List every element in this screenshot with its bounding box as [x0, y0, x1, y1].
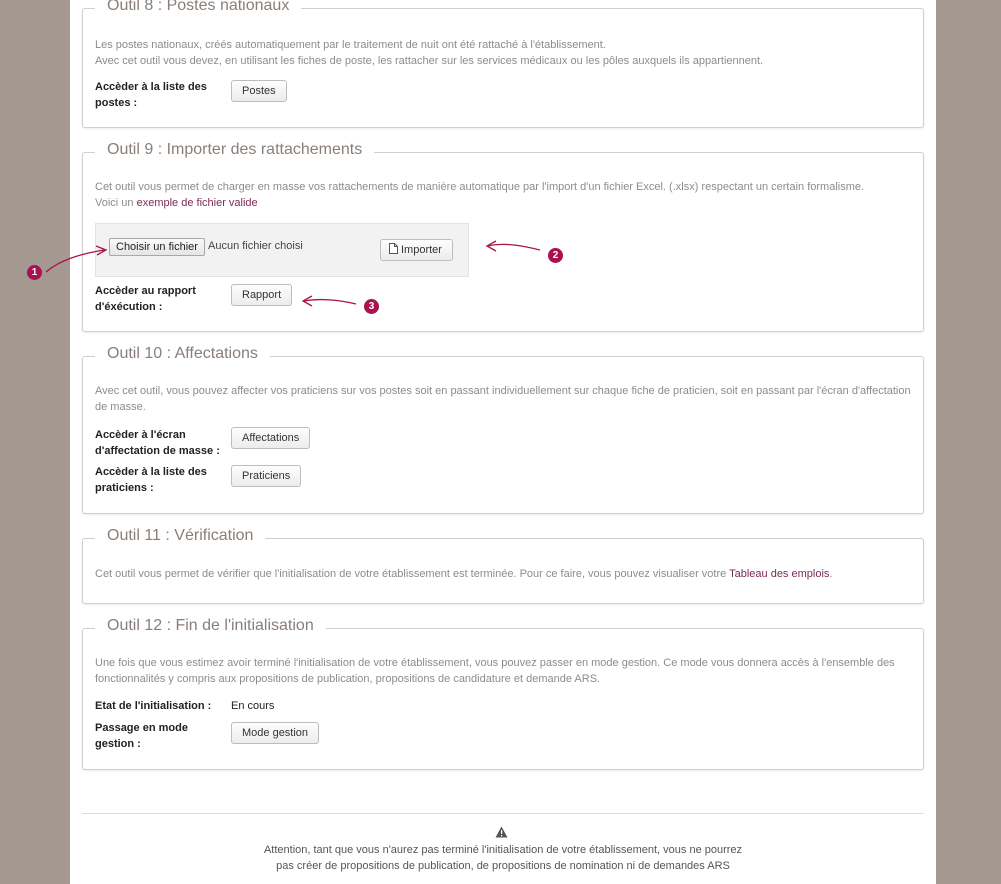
tool11-desc-suffix: . — [829, 568, 833, 580]
footer-warning-line2: pas créer de propositions de publication… — [276, 860, 730, 872]
tool12-description: Une fois que vous estimez avoir terminé … — [95, 657, 895, 685]
tool10-title: Outil 10 : Affectations — [95, 345, 270, 363]
main-content: Outil 8 : Postes nationaux Les postes na… — [70, 0, 936, 884]
annotation-arrow-1 — [45, 245, 108, 273]
tool8-desc-line2: Avec cet outil vous devez, en utilisant … — [95, 55, 764, 67]
postes-button[interactable]: Postes — [231, 80, 287, 102]
tool12-panel: Outil 12 : Fin de l'initialisation Une f… — [82, 617, 924, 770]
import-button[interactable]: Importer — [380, 239, 453, 261]
rapport-button[interactable]: Rapport — [231, 284, 293, 306]
tool9-title: Outil 9 : Importer des rattachements — [95, 141, 375, 159]
tool9-desc-prefix: Voici un — [95, 197, 134, 209]
init-status-label: Etat de l'initialisation : — [95, 700, 212, 712]
tool8-description: Les postes nationaux, créés automatiquem… — [95, 37, 911, 69]
footer-warning-line1: Attention, tant que vous n'aurez pas ter… — [263, 844, 743, 856]
annotation-arrow-3 — [301, 295, 357, 307]
tableau-emplois-link[interactable]: Tableau des emplois — [729, 568, 829, 580]
tool11-panel: Outil 11 : Vérification Cet outil vous p… — [82, 527, 924, 604]
tool10-panel: Outil 10 : Affectations Avec cet outil, … — [82, 345, 924, 514]
warning-icon — [495, 826, 508, 838]
tool9-desc-line2: Voici un exemple de fichier valide — [95, 195, 911, 211]
choose-file-button[interactable]: Choisir un fichier — [109, 238, 205, 256]
annotation-arrow-2 — [485, 240, 541, 252]
footer-divider — [82, 813, 924, 814]
tool8-desc-line1: Les postes nationaux, créés automatiquem… — [95, 39, 606, 51]
tool11-title: Outil 11 : Vérification — [95, 527, 266, 545]
file-status: Aucun fichier choisi — [208, 240, 303, 252]
tool10-description: Avec cet outil, vous pouvez affecter vos… — [95, 385, 911, 413]
affectations-label: Accèder à l'écran d'affectation de masse… — [95, 429, 220, 457]
import-button-label: Importer — [401, 244, 442, 256]
annotation-badge-3: 3 — [364, 299, 379, 314]
mode-gestion-label: Passage en mode gestion : — [95, 722, 188, 750]
footer-warning: Attention, tant que vous n'aurez pas ter… — [220, 842, 786, 874]
praticiens-button[interactable]: Praticiens — [231, 465, 302, 487]
upload-box: Choisir un fichier Aucun fichier choisi … — [95, 223, 469, 277]
mode-gestion-button[interactable]: Mode gestion — [231, 722, 320, 744]
affectations-button[interactable]: Affectations — [231, 427, 311, 449]
tool9-desc-line1: Cet outil vous permet de charger en mass… — [95, 181, 865, 193]
tool11-description: Cet outil vous permet de vérifier que l'… — [95, 566, 911, 582]
tool8-panel: Outil 8 : Postes nationaux Les postes na… — [82, 0, 924, 128]
tool8-postes-label: Accèder à la liste des postes : — [95, 81, 207, 109]
init-status-value: En cours — [231, 700, 275, 712]
sample-file-link[interactable]: exemple de fichier valide — [137, 197, 258, 209]
tool12-title: Outil 12 : Fin de l'initialisation — [95, 617, 326, 635]
praticiens-label: Accèder à la liste des praticiens : — [95, 466, 207, 494]
tool11-desc-prefix: Cet outil vous permet de vérifier que l'… — [95, 568, 727, 580]
tool8-title: Outil 8 : Postes nationaux — [95, 0, 302, 15]
tool9-description: Cet outil vous permet de charger en mass… — [95, 179, 911, 211]
annotation-badge-2: 2 — [548, 248, 563, 263]
report-label: Accèder au rapport d'éxécution : — [95, 285, 196, 313]
file-icon — [389, 243, 398, 254]
